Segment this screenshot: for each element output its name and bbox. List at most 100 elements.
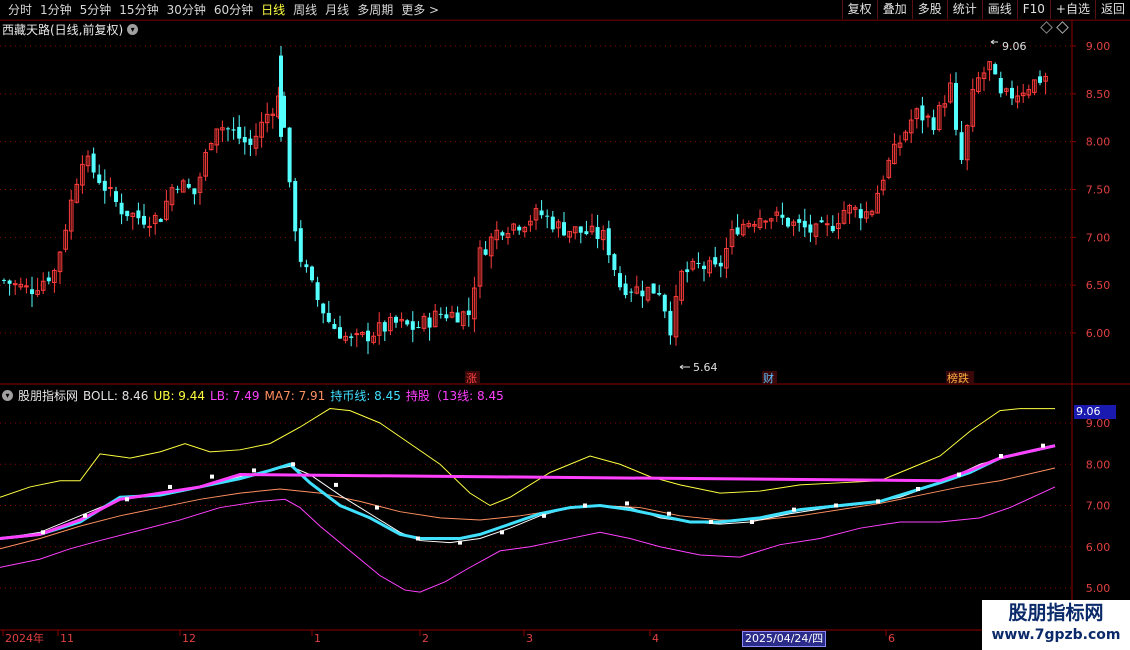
candle-body <box>993 64 998 75</box>
candle-body <box>455 312 460 323</box>
candle-body <box>858 209 863 219</box>
candle-body <box>91 153 96 173</box>
indicator-value: UB: 9.44 <box>153 388 206 403</box>
candle-body <box>136 210 141 219</box>
signal-dot <box>916 487 920 491</box>
candle-body <box>242 137 247 143</box>
candle-body <box>545 215 550 217</box>
candle-body <box>119 202 124 215</box>
candle-body <box>231 129 236 131</box>
candle-body <box>175 188 180 190</box>
event-marker: 榜跌 <box>947 371 969 385</box>
candle-body <box>718 262 723 267</box>
candle-body <box>332 324 337 329</box>
signal-dot <box>792 507 796 512</box>
candle-body <box>30 289 34 295</box>
signal-dot <box>458 540 462 545</box>
event-marker: 涨 <box>466 372 477 385</box>
candle-body <box>954 82 958 130</box>
x-axis-label: 3 <box>526 632 533 645</box>
candle-body <box>824 223 830 226</box>
candle-body <box>7 280 12 284</box>
candle-body <box>959 132 964 161</box>
candle-body <box>108 187 113 190</box>
candle-body <box>1010 87 1014 99</box>
candle-body <box>763 220 768 223</box>
stock-chart[interactable]: 9.008.508.007.507.006.506.009.008.007.00… <box>0 0 1130 650</box>
candle-body <box>517 226 522 231</box>
candle-body <box>326 312 331 322</box>
candle-body <box>735 227 740 235</box>
x-axis-label: 1 <box>314 632 321 645</box>
x-axis-label: 4 <box>652 632 659 645</box>
candle-body <box>623 283 628 296</box>
candle-body <box>416 327 421 329</box>
signal-dot <box>500 530 504 535</box>
watermark-title: 股朋指标网 <box>1008 602 1104 624</box>
candle-body <box>315 282 320 300</box>
high-arrow <box>990 39 998 45</box>
candle-body <box>102 180 107 191</box>
watermark: 股朋指标网 www.7gpzb.com <box>982 600 1130 650</box>
candle-body <box>702 265 706 270</box>
signal-dot <box>83 513 87 518</box>
candle-body <box>298 228 303 262</box>
event-marker: 财 <box>763 371 774 385</box>
candle-body <box>685 269 690 273</box>
candle-body <box>394 316 398 323</box>
candle-body <box>713 257 718 265</box>
chevron-down-icon[interactable]: ▾ <box>2 390 13 401</box>
candle-body <box>998 78 1003 94</box>
candle-body <box>366 330 370 342</box>
candle-body <box>410 321 415 330</box>
candle-body <box>612 254 617 270</box>
candle-body <box>550 216 555 230</box>
candle-body <box>287 127 292 183</box>
signal-dot <box>625 501 629 506</box>
candle-body <box>797 219 802 223</box>
indicator-tick-label: 8.00 <box>1086 458 1111 471</box>
candle-body <box>125 210 130 217</box>
candle-body <box>444 314 449 319</box>
signal-dot <box>334 482 338 487</box>
x-axis-label: 2024年 <box>5 631 44 645</box>
crosshair-date: 2025/04/24/四 <box>742 631 827 647</box>
signal-dot <box>291 462 295 467</box>
price-tick-label: 6.50 <box>1086 279 1111 292</box>
signal-dot <box>876 499 880 504</box>
candle-body <box>696 262 701 264</box>
price-tick-label: 9.00 <box>1086 40 1111 53</box>
indicator-tick-label: 5.00 <box>1086 582 1111 595</box>
indicator-tick-label: 6.00 <box>1086 541 1111 554</box>
candle-body <box>562 222 566 236</box>
candle-body <box>304 264 309 268</box>
signal-dot <box>667 511 671 516</box>
candle-body <box>657 292 662 295</box>
candle-body <box>142 215 146 225</box>
indicator-value: BOLL: 8.46 <box>83 388 149 403</box>
candle-body <box>629 291 634 293</box>
candle-body <box>2 279 6 281</box>
signal-dot <box>375 505 379 510</box>
candle-body <box>808 224 813 233</box>
indicator-tick-label: 7.00 <box>1086 500 1111 513</box>
candle-body <box>925 115 931 118</box>
candle-body <box>578 226 583 233</box>
candle-body <box>819 220 824 223</box>
price-tick-label: 8.00 <box>1086 136 1111 149</box>
indicator-value: LB: 7.49 <box>210 388 260 403</box>
candle-body <box>662 294 667 312</box>
candle-body <box>780 214 785 218</box>
candle-body <box>786 217 790 227</box>
signal-dot <box>41 530 45 535</box>
x-axis-label: 12 <box>182 632 196 645</box>
candle-body <box>46 277 51 282</box>
candle-body <box>830 225 835 232</box>
candle-body <box>427 317 432 328</box>
indicator-value: 持股（13线: 8.45 <box>405 389 504 403</box>
signal-dot <box>999 454 1003 458</box>
candle-body <box>192 188 197 195</box>
ub-line <box>0 408 1055 507</box>
candle-body <box>405 320 410 325</box>
signal-dot <box>583 503 587 508</box>
